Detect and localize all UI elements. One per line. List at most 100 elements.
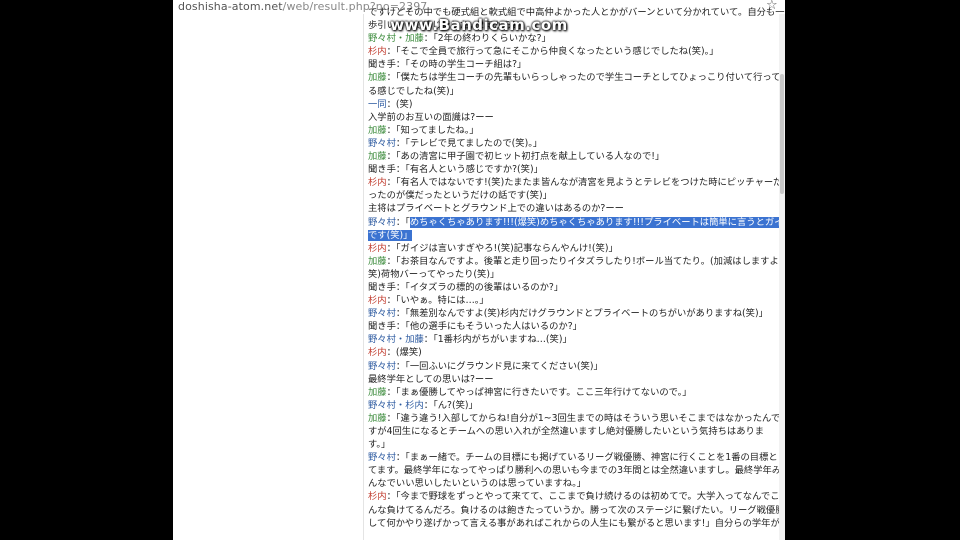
line-text: す。」: [368, 439, 391, 451]
text-line: 杉内：「いやぁ。特には…。」: [368, 294, 785, 307]
text-line: んな負けてるんだろ。負けるのは飽きたっていうか。勝って次のステージに繋げたい。リ…: [368, 504, 785, 517]
line-text: 歩引いてって感じでした。2年から?」: [368, 20, 527, 32]
text-line: ですけどその中でも硬式組と軟式組で中高仲よかった人とかがバーンといて分かれていて…: [368, 6, 785, 19]
line-text: ：「ガイジは言いすぎやろ!(笑)記事ならんやんけ!(笑)」: [386, 242, 618, 254]
text-line: 主将はプライベートとグラウンド上での違いはあるのか?ーー: [368, 202, 785, 215]
url-host: doshisha-atom.net: [178, 0, 283, 13]
line-text: ：「無差別なんですよ(笑)杉内だけグラウンドとプライベートのちがいがありますね(…: [395, 308, 768, 320]
text-line: 野々村・加藤：「1番杉内がちがいますね…(笑)」: [368, 333, 785, 346]
text-line: 野々村：「一回ふいにグラウンド見に来てください(笑)」: [368, 360, 785, 373]
text-line: 野々村：「テレビで見てましたので(笑)。」: [368, 137, 785, 150]
line-text: ：「まぁー緒で。チームの目標にも掲げているリーグ戦優勝、神宮に行くことを1番の目…: [395, 452, 785, 464]
scrollbar-thumb[interactable]: [780, 74, 784, 194]
speaker-name: 杉内: [368, 295, 387, 307]
speaker-name: 野々村: [368, 452, 396, 464]
line-text: ：「: [395, 216, 410, 228]
text-line: 加藤：「違う違う!入部してからね!自分が1~3回生までの時はそういう思いそこまで…: [368, 412, 785, 425]
line-text: ：「一回ふいにグラウンド見に来てください(笑)」: [395, 360, 603, 372]
line-text: てます。最終学年になってやっぱり勝利への思いも今までの3年間とは全然違いますし。…: [368, 465, 782, 477]
speaker-name: 一同: [368, 98, 387, 110]
text-line: 聞き手：「その時の学生コーチ組は?」: [368, 58, 785, 71]
text-line: 聞き手：「有名人という感じですか?(笑)」: [368, 163, 785, 176]
speaker-name: 杉内: [368, 46, 387, 58]
speaker-name: 杉内: [368, 347, 387, 359]
speaker-name: 野々村・杉内: [368, 399, 424, 411]
text-line: 杉内：(爆笑): [368, 346, 785, 359]
text-line: 聞き手：「イタズラの標的の後輩はいるのか?」: [368, 281, 785, 294]
left-sidebar: [173, 14, 364, 540]
line-text: ：「2年の終わりくらいかな?」: [423, 33, 551, 45]
text-line: 野々村・杉内：「ん?(笑)」: [368, 399, 785, 412]
text-line: 加藤：「僕たちは学生コーチの先輩もいらっしゃったので学生コーチとしてひょっこり付…: [368, 71, 785, 84]
speaker-name: 加藤: [368, 124, 387, 136]
line-text: ：「僕たちは学生コーチの先輩もいらっしゃったので学生コーチとしてひょっこり付いて…: [386, 72, 785, 84]
speaker-name: 加藤: [368, 255, 387, 267]
text-line: 加藤：「あの清宮に甲子園で初ヒット初打点を献上している人なので!」: [368, 150, 785, 163]
speaker-name: 野々村・加藤: [368, 33, 424, 45]
speaker-name: 野々村: [368, 137, 396, 149]
line-text: して何かやり遂げかって言える事があればこれからの人生にも繋がると思います!」自分…: [368, 517, 780, 529]
text-line: 笑)荷物バーってやったり(笑)」: [368, 268, 785, 281]
speaker-name: 加藤: [368, 412, 387, 424]
text-line: 杉内：「ガイジは言いすぎやろ!(笑)記事ならんやんけ!(笑)」: [368, 242, 785, 255]
line-text: る感じでしたね(笑)」: [368, 85, 459, 97]
line-text: んなでいい思いしたいというのは思っていますね。」: [368, 478, 587, 490]
line-text: ったのが僕だったというだけの話です(笑)」: [368, 190, 552, 202]
text-line: 加藤：「お茶目なんですよ。後輩と走り回ったりイタズラしたり!ボール当てたり。(加…: [368, 255, 785, 268]
text-line: 杉内：「有名人ではないです!(笑)たまたま皆んなが清宮を見ようとテレビをつけた時…: [368, 176, 785, 189]
speaker-name: 杉内: [368, 242, 387, 254]
line-text: すが4回生になるとチームへの思い入れが全然違いますし絶対優勝したいという気持ちは…: [368, 426, 765, 437]
line-text: ：「そこで全員で旅行って急にそこから仲良くなったという感じでしたね(笑)。」: [386, 46, 719, 58]
line-text: 聞き手：「他の選手にもそういった人はいるのか?」: [368, 321, 582, 333]
line-text: 最終学年としての思いは?ーー: [368, 373, 494, 385]
line-text: 入学前のお互いの面識は?ーー: [368, 111, 494, 123]
speaker-name: 野々村: [368, 360, 396, 372]
text-line: 加藤：「知ってましたね。」: [368, 124, 785, 137]
line-text: ：(笑): [386, 98, 413, 110]
text-line: 聞き手：「他の選手にもそういった人はいるのか?」: [368, 320, 785, 333]
line-text: ：「ん?(笑)」: [423, 399, 478, 411]
speaker-name: 野々村・加藤: [368, 334, 424, 346]
speaker-name: 加藤: [368, 151, 387, 163]
speaker-name: 杉内: [368, 177, 387, 189]
text-line: てます。最終学年になってやっぱり勝利への思いも今までの3年間とは全然違いますし。…: [368, 464, 785, 477]
selected-text[interactable]: です(笑)」: [368, 229, 413, 241]
text-line: ったのが僕だったというだけの話です(笑)」: [368, 189, 785, 202]
line-text: 笑)荷物バーってやったり(笑)」: [368, 268, 500, 280]
text-line: んなでいい思いしたいというのは思っていますね。」: [368, 477, 785, 490]
text-line: 一同：(笑): [368, 98, 785, 111]
line-text: ：「知ってましたね。」: [386, 124, 479, 136]
text-line: る感じでしたね(笑)」: [368, 85, 785, 98]
line-text: ：「違う違う!入部してからね!自分が1~3回生までの時はそういう思いそこまではな…: [386, 412, 781, 424]
selected-text[interactable]: めちゃくちゃあります!!!(爆笑)めちゃくちゃあります!!!プライベートは簡単に…: [409, 216, 785, 228]
text-line: 野々村：「めちゃくちゃあります!!!(爆笑)めちゃくちゃあります!!!プライベー…: [368, 216, 785, 229]
text-line: 最終学年としての思いは?ーー: [368, 373, 785, 386]
line-text: ですけどその中でも硬式組と軟式組で中高仲よかった人とかがバーンといて分かれていて…: [368, 7, 785, 18]
line-text: ：「あの清宮に甲子園で初ヒット初打点を献上している人なので!」: [386, 151, 665, 163]
text-line: です(笑)」: [368, 229, 785, 242]
line-text: ：「今まで野球をずっとやって来てて、ここまで負け続けるのは初めてで。大学入ってな…: [386, 491, 780, 503]
speaker-name: 野々村: [368, 216, 396, 228]
text-line: 野々村・加藤：「2年の終わりくらいかな?」: [368, 32, 785, 45]
speaker-name: 杉内: [368, 491, 387, 503]
scrollbar[interactable]: [779, 14, 785, 540]
speaker-name: 加藤: [368, 386, 387, 398]
line-text: 聞き手：「イタズラの標的の後輩はいるのか?」: [368, 281, 564, 293]
line-text: ：「1番杉内がちがいますね…(笑)」: [423, 334, 572, 346]
text-line: す。」: [368, 438, 785, 451]
line-text: 聞き手：「その時の学生コーチ組は?」: [368, 59, 527, 71]
text-line: 杉内：「今まで野球をずっとやって来てて、ここまで負け続けるのは初めてで。大学入っ…: [368, 490, 785, 503]
text-line: 野々村：「無差別なんですよ(笑)杉内だけグラウンドとプライベートのちがいがありま…: [368, 307, 785, 320]
text-line: すが4回生になるとチームへの思い入れが全然違いますし絶対優勝したいという気持ちは…: [368, 425, 785, 438]
line-text: んな負けてるんだろ。負けるのは飽きたっていうか。勝って次のステージに繋げたい。リ…: [368, 504, 785, 516]
line-text: 主将はプライベートとグラウンド上での違いはあるのか?ーー: [368, 203, 624, 215]
line-text: ：「いやぁ。特には…。」: [386, 295, 489, 307]
interview-text: ですけどその中でも硬式組と軟式組で中高仲よかった人とかがバーンといて分かれていて…: [368, 6, 785, 530]
speaker-name: 加藤: [368, 72, 387, 84]
text-line: 杉内：「そこで全員で旅行って急にそこから仲良くなったという感じでしたね(笑)。」: [368, 45, 785, 58]
text-line: 入学前のお互いの面識は?ーー: [368, 111, 785, 124]
line-text: ：(爆笑): [386, 347, 422, 359]
text-line: して何かやり遂げかって言える事があればこれからの人生にも繋がると思います!」自分…: [368, 517, 785, 530]
browser-window: doshisha-atom.net/web/result.php?no=2397…: [173, 0, 785, 540]
text-line: 加藤：「まぁ優勝してやっぱ神宮に行きたいです。ここ三年行けてないので。」: [368, 386, 785, 399]
